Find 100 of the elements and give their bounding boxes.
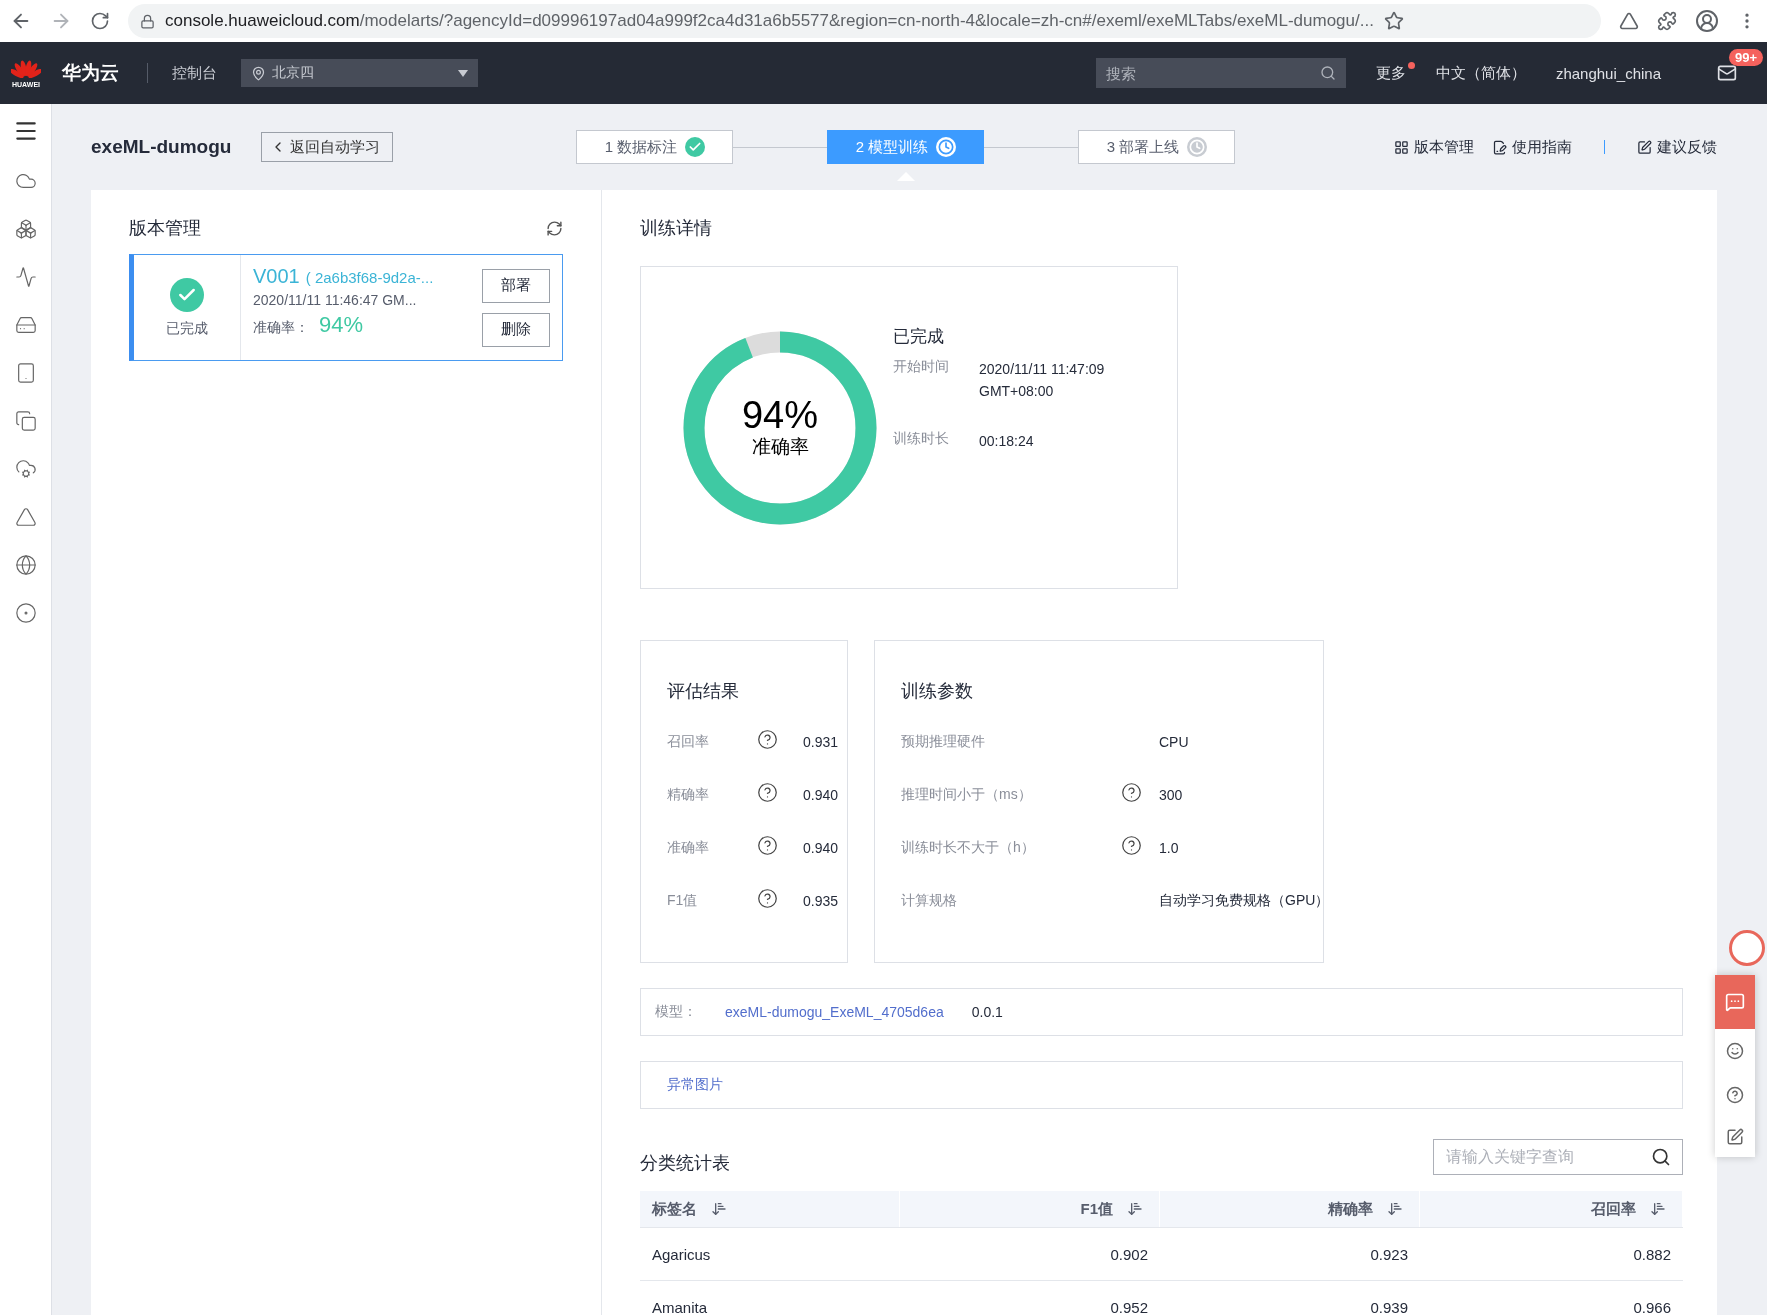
- waves-icon[interactable]: [14, 266, 37, 288]
- caret-icon: [458, 69, 468, 77]
- mail-icon[interactable]: [1717, 63, 1737, 83]
- column-header[interactable]: 召回率: [1420, 1191, 1683, 1227]
- search-icon[interactable]: [1651, 1147, 1671, 1167]
- help-icon[interactable]: [1121, 835, 1142, 856]
- param-label: 精确率: [667, 785, 710, 804]
- header-link[interactable]: 版本管理: [1394, 137, 1474, 157]
- reload-icon[interactable]: [90, 11, 110, 31]
- help-icon: [1726, 1086, 1744, 1104]
- field-value: 00:18:24: [979, 432, 1035, 451]
- assistant-avatar[interactable]: [1729, 930, 1765, 966]
- header-link[interactable]: 建议反馈: [1637, 137, 1717, 157]
- url-text: console.huaweicloud.com/modelarts/?agencyId=d09996197ad04a999f2ca4d31a6b5577&region=cn-north-4&locale=zh-cn#/exeml/exeMLTabs/exeML-dumogu/...: [165, 11, 1374, 31]
- accuracy-label: 准确率：: [253, 319, 309, 335]
- edit-icon: [1726, 1128, 1744, 1146]
- accuracy-value: 94%: [319, 312, 364, 337]
- model-label: 模型：: [655, 1003, 697, 1021]
- section-title: 评估结果: [667, 680, 740, 703]
- action-button[interactable]: 删除: [482, 312, 550, 347]
- column-header[interactable]: 精确率: [1160, 1191, 1420, 1227]
- status-text: 已完成: [893, 326, 945, 348]
- puzzle-icon[interactable]: [1657, 11, 1677, 31]
- star-icon[interactable]: [1383, 11, 1404, 31]
- param-label: F1值: [667, 891, 699, 910]
- sort-icon[interactable]: [711, 1201, 727, 1217]
- smile-button[interactable]: [1715, 1029, 1755, 1073]
- console-link[interactable]: 控制台: [172, 63, 217, 83]
- search-field[interactable]: 搜索: [1095, 58, 1346, 88]
- table-cell-text: 0.902: [1109, 1244, 1149, 1265]
- param-label: 计算规格: [901, 891, 958, 910]
- table-cell-text: 0.952: [1109, 1297, 1149, 1315]
- step-tab[interactable]: 3 部署上线: [1078, 130, 1236, 164]
- profile-icon[interactable]: [1695, 9, 1719, 33]
- param-value: 300: [1159, 786, 1184, 803]
- smile-icon: [1726, 1042, 1744, 1060]
- section-title: 训练参数: [901, 680, 974, 703]
- edit-icon: [1637, 139, 1652, 155]
- help-icon[interactable]: [757, 835, 778, 856]
- column-header[interactable]: 标签名: [640, 1191, 900, 1227]
- param-value: 0.940: [803, 786, 839, 803]
- param-label: 准确率: [667, 838, 710, 857]
- version-card[interactable]: 已完成 V001 ( 2a6b3f68-9d2a-... 2020/11/11 11:46:47 GM... 准确率： 94% 部署 删除: [129, 254, 563, 361]
- edit-button[interactable]: [1715, 1117, 1755, 1157]
- search-field[interactable]: 请输入关键字查询: [1433, 1139, 1683, 1175]
- column-header[interactable]: F1值: [900, 1191, 1160, 1227]
- help-icon[interactable]: [1121, 782, 1142, 803]
- param-label: 推理时间小于（ms）: [901, 785, 1033, 804]
- section-title: 分类统计表: [640, 1152, 730, 1175]
- model-version: 0.0.1: [971, 1004, 1003, 1020]
- action-button[interactable]: 部署: [482, 268, 550, 303]
- sort-icon[interactable]: [1127, 1201, 1143, 1217]
- param-value: 0.931: [803, 733, 839, 750]
- help-icon[interactable]: [757, 888, 778, 909]
- sort-icon[interactable]: [1650, 1201, 1666, 1217]
- refresh-icon[interactable]: [546, 219, 563, 237]
- location-pin-icon: [251, 65, 266, 81]
- back-button[interactable]: 返回自动学习: [261, 132, 394, 162]
- user-menu[interactable]: zhanghui_china: [1555, 64, 1661, 82]
- param-label: 训练时长不大于（h）: [901, 838, 1036, 857]
- param-value: 0.935: [803, 892, 839, 909]
- param-value: 1.0: [1159, 839, 1180, 856]
- grid-icon: [1394, 139, 1409, 155]
- chat-button[interactable]: [1715, 975, 1755, 1029]
- param-value: 0.940: [803, 839, 839, 856]
- globe-icon[interactable]: [14, 554, 37, 576]
- header-link[interactable]: 使用指南: [1492, 137, 1572, 157]
- help-icon[interactable]: [757, 782, 778, 803]
- lock-icon: [140, 13, 155, 29]
- chat-icon: [1725, 992, 1745, 1012]
- field-value: 2020/11/11 11:47:09 GMT+08:00: [979, 360, 1106, 401]
- cubes-icon[interactable]: [14, 218, 37, 240]
- region-dropdown[interactable]: 北京四: [241, 59, 478, 87]
- table-cell-text: 0.882: [1632, 1244, 1672, 1265]
- document-edit-icon: [1492, 139, 1507, 155]
- flower-logo-icon: [11, 58, 41, 81]
- brand-name[interactable]: 华为云: [62, 60, 119, 86]
- pyramid-icon[interactable]: [14, 506, 37, 528]
- param-value: 自动学习免费规格（GPU）: [1159, 891, 1330, 910]
- help-icon[interactable]: [757, 729, 778, 750]
- anomaly-images-link[interactable]: 异常图片: [667, 1076, 723, 1094]
- cloud-icon[interactable]: [14, 458, 37, 480]
- language-menu[interactable]: 中文（简体）: [1435, 63, 1526, 83]
- sort-icon[interactable]: [1387, 1201, 1403, 1217]
- status-text: 已完成: [166, 319, 208, 338]
- step-tab[interactable]: 1 数据标注: [576, 130, 734, 164]
- table-cell-text: 0.923: [1369, 1244, 1409, 1265]
- table-cell-text: Amanita: [651, 1297, 709, 1315]
- unread-count-badge: 99+: [1729, 49, 1764, 66]
- accuracy-caption: 准确率: [751, 434, 809, 459]
- table-cell-text: 0.966: [1632, 1297, 1672, 1315]
- model-link[interactable]: exeML-dumogu_ExeML_4705d6ea: [725, 1004, 944, 1020]
- section-title: 训练详情: [640, 217, 713, 240]
- address-bar[interactable]: console.huaweicloud.com/modelarts/?agencyId=d09996197ad04a999f2ca4d31a6b5577&region=cn-north-4&locale=zh-cn#/exeml/exeMLTabs/exeML-dumogu/...: [128, 4, 1601, 38]
- param-label: 召回率: [667, 732, 710, 751]
- more-menu[interactable]: 更多: [1375, 63, 1406, 83]
- param-label: 预期推理硬件: [901, 732, 986, 751]
- devices-icon[interactable]: [14, 410, 37, 432]
- circle-icon[interactable]: [14, 602, 37, 624]
- page-title: exeML-dumogu: [91, 136, 232, 158]
